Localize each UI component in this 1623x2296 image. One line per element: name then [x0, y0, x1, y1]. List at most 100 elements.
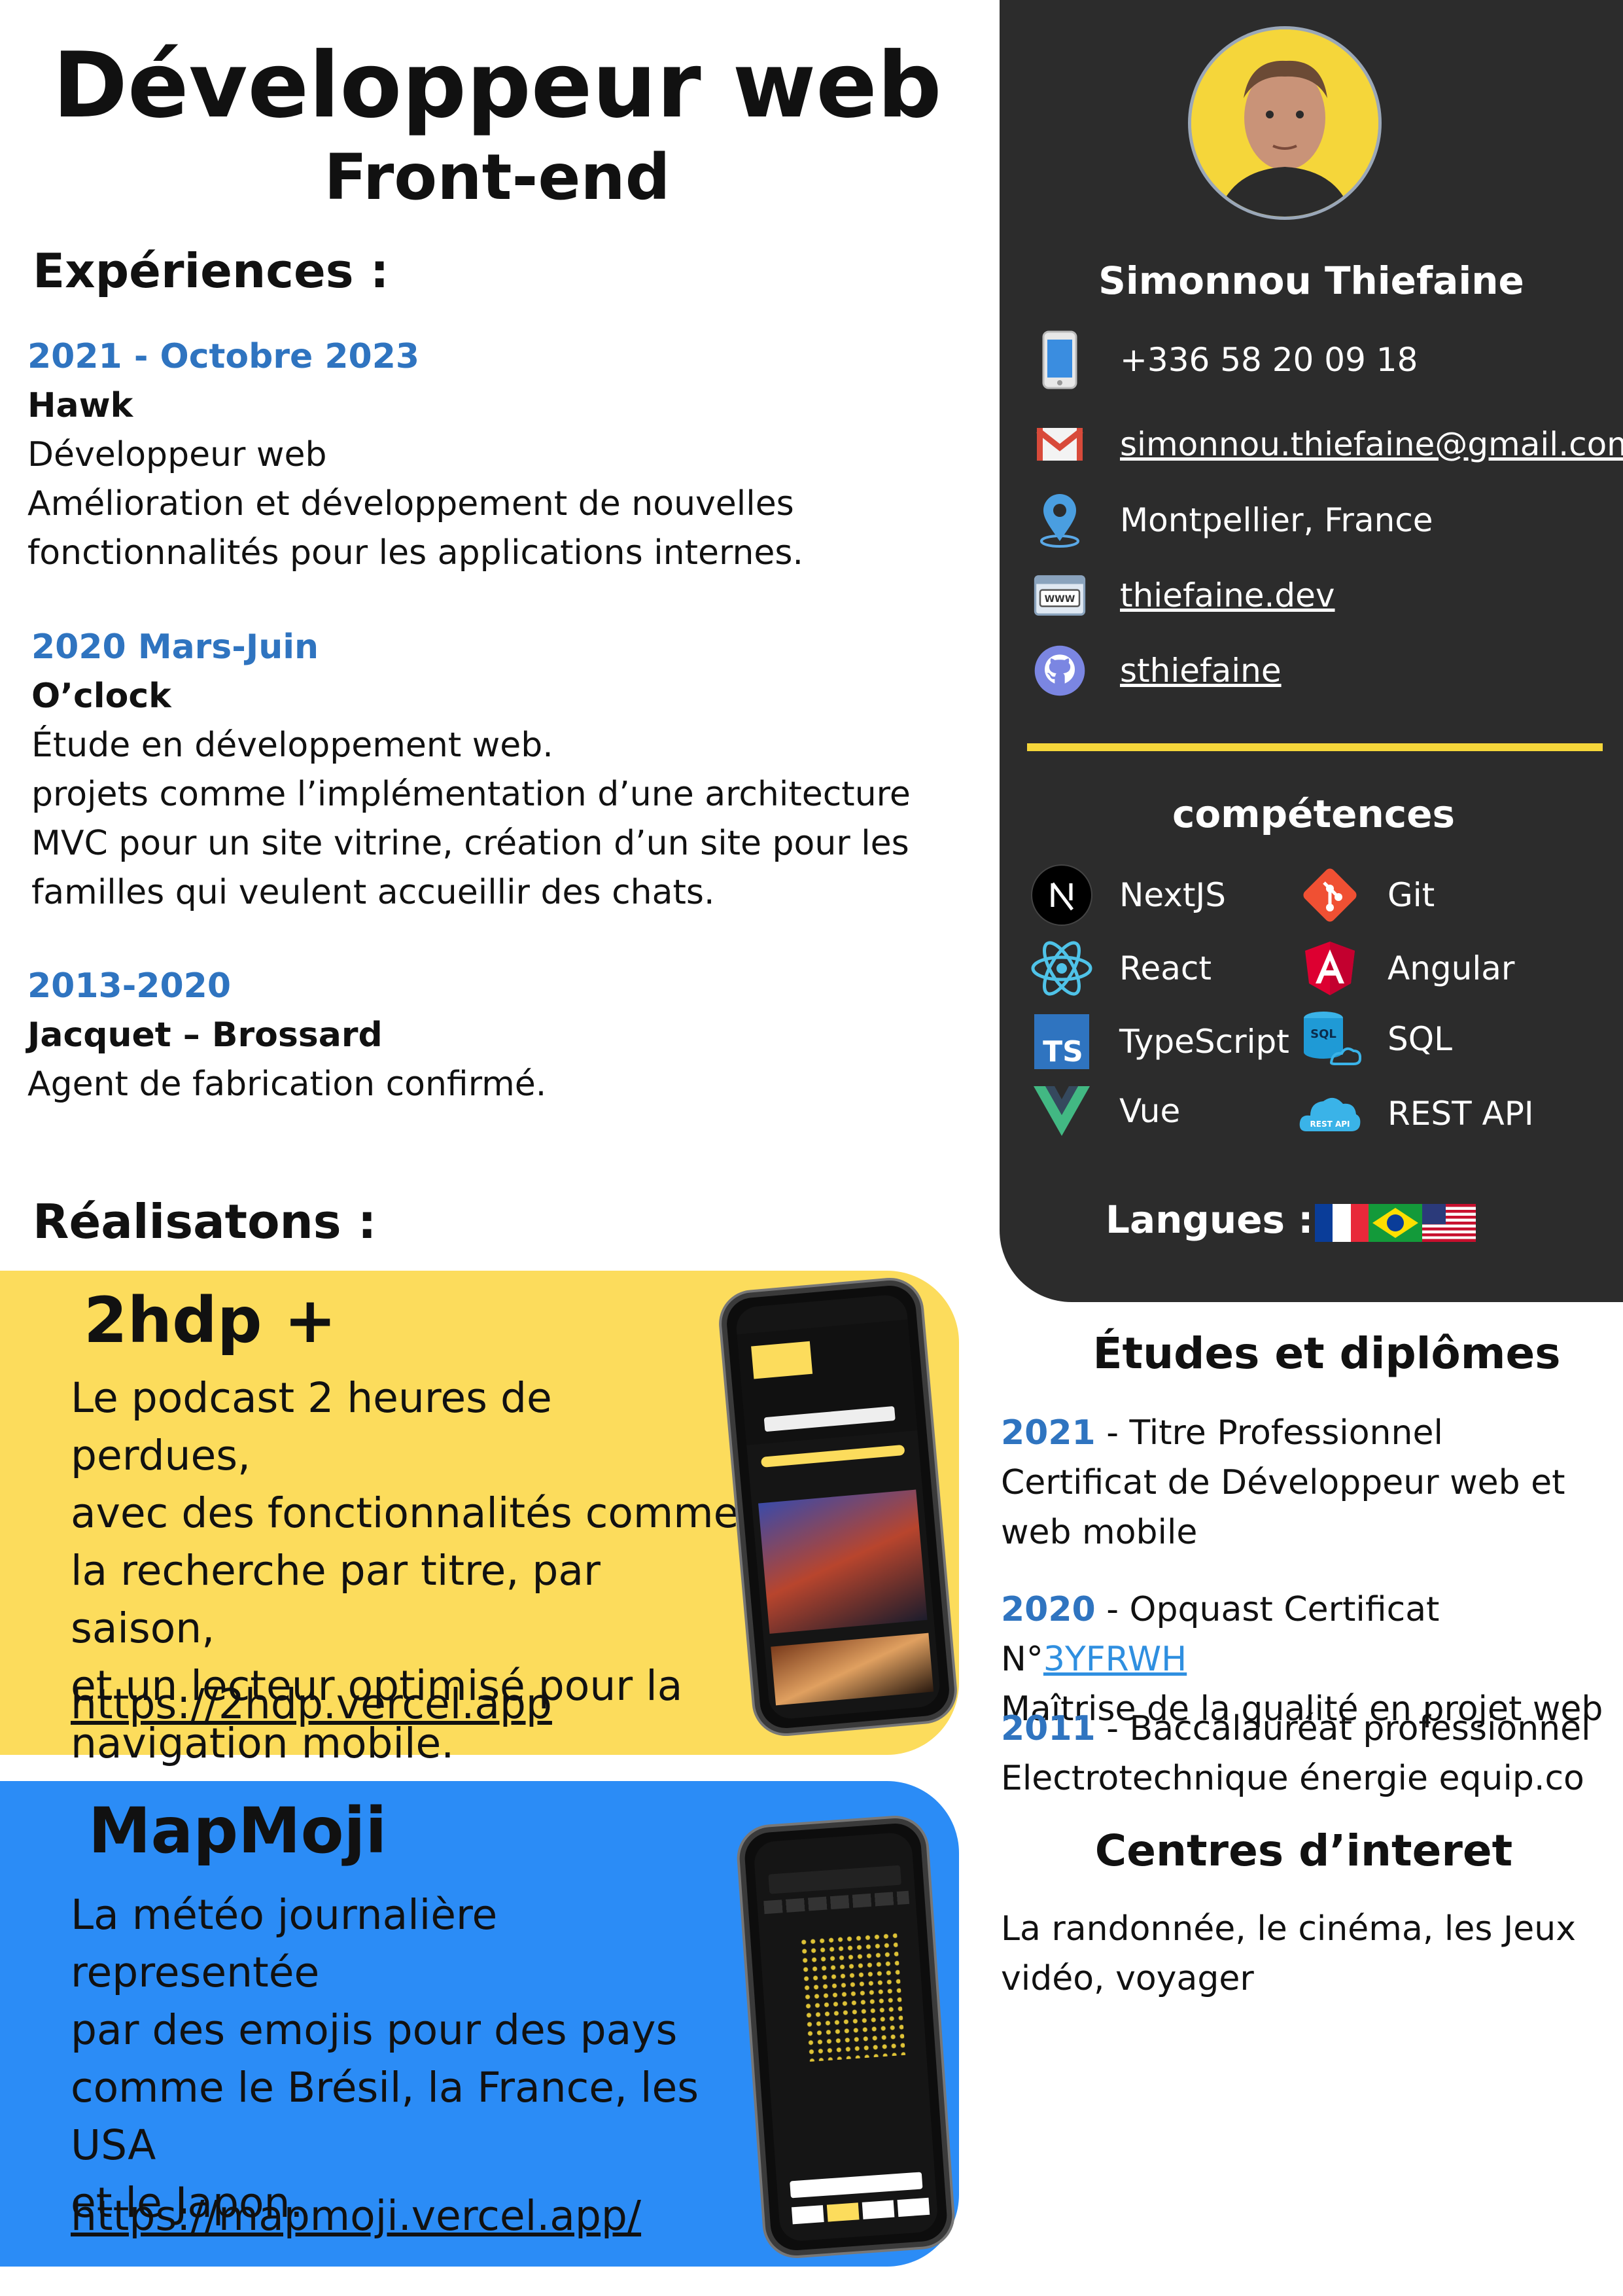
location-pin-icon [1034, 494, 1086, 548]
skill-item: Angular [1299, 937, 1514, 1000]
skill-label: Angular [1387, 949, 1515, 987]
experience-line: fonctionnalités pour les applications in… [27, 533, 804, 573]
email-link[interactable]: simonnou.thiefaine@gmail.com [1120, 425, 1623, 463]
project-line: Le podcast 2 heures de perdues, [71, 1374, 552, 1479]
education-heading: Études et diplômes [1092, 1328, 1561, 1379]
contact-location: Montpellier, France [1034, 491, 1433, 550]
france-flag-icon [1315, 1204, 1369, 1242]
project-line: la recherche par titre, par saison, [71, 1547, 601, 1652]
education-year: 2011 [1001, 1709, 1096, 1748]
project-line: par des emojis pour des pays [71, 2006, 678, 2054]
skills-heading: compétences [1172, 792, 1456, 836]
experience-date: 2020 Mars-Juin [31, 627, 319, 667]
rest-api-icon: REST API [1299, 1082, 1361, 1145]
experience-line: familles qui veulent accueillir des chat… [31, 873, 715, 912]
experience-line: Étude en développement web. [31, 726, 553, 765]
experience-company: Hawk [27, 386, 133, 425]
contact-website: WWW thiefaine.dev [1034, 566, 1335, 625]
skill-item: React [1030, 937, 1212, 1000]
education-title: - Titre Professionnel [1095, 1413, 1443, 1453]
education-title: - Baccalauréat professionnel [1095, 1709, 1591, 1748]
interests-line: La randonnée, le cinéma, les Jeux [1001, 1909, 1576, 1949]
experience-line: MVC pour un site vitrine, création d’un … [31, 824, 909, 863]
angular-icon [1299, 937, 1361, 1000]
experiences-heading: Expériences : [33, 243, 389, 298]
project-link[interactable]: https://mapmoji.vercel.app/ [71, 2192, 641, 2240]
skill-item: REST API REST API [1299, 1082, 1534, 1145]
education-line: Electrotechnique énergie equip.co [1001, 1759, 1584, 1798]
skill-label: Git [1387, 876, 1435, 914]
phone-icon [1034, 330, 1086, 389]
skill-item: Vue [1030, 1080, 1180, 1142]
experience-line: Agent de fabrication confirmé. [27, 1065, 547, 1104]
contact-phone: +336 58 20 09 18 [1034, 330, 1418, 389]
divider [1027, 743, 1603, 751]
typescript-icon: TS [1030, 1010, 1093, 1073]
skill-item: TS TypeScript [1030, 1010, 1289, 1073]
avatar [1188, 26, 1382, 220]
profile-name: Simonnou Thiefaine [1098, 258, 1524, 303]
experience-line: Développeur web [27, 435, 327, 474]
skill-item: Git [1299, 864, 1435, 927]
www-icon: WWW [1034, 569, 1086, 622]
svg-text:WWW: WWW [1045, 594, 1075, 605]
experience-date: 2021 - Octobre 2023 [27, 337, 420, 376]
rest-api-badge-text: REST API [1310, 1120, 1350, 1129]
project-description: La météo journalière representée par des… [71, 1886, 744, 2232]
location-text: Montpellier, France [1120, 501, 1433, 539]
project-line: avec des fonctionnalités comme [71, 1489, 739, 1537]
project-link[interactable]: https://2hdp.vercel.app [71, 1680, 552, 1728]
page-title: Développeur web [52, 33, 942, 138]
education-line: Certificat de Développeur web et [1001, 1463, 1565, 1502]
experience-item: 2020 Mars-Juin O’clock Étude en développ… [31, 623, 911, 917]
experience-date: 2013-2020 [27, 966, 232, 1006]
contact-email: simonnou.thiefaine@gmail.com [1034, 415, 1623, 474]
education-year: 2021 [1001, 1413, 1096, 1453]
project-line: La météo journalière representée [71, 1891, 498, 1996]
projects-heading: Réalisatons : [33, 1194, 377, 1249]
project-phone-mockup [719, 1277, 957, 1737]
page-subtitle: Front-end [324, 141, 671, 214]
education-item: 2011 - Baccalauréat professionnel Electr… [1001, 1704, 1616, 1803]
education-year: 2020 [1001, 1590, 1096, 1629]
usa-flag-icon [1422, 1204, 1476, 1242]
experience-line: Amélioration et développement de nouvell… [27, 484, 794, 523]
certificate-link[interactable]: 3YFRWH [1043, 1640, 1187, 1679]
phone-screen [734, 1293, 942, 1721]
git-icon [1299, 864, 1361, 927]
project-phone-mockup [737, 1816, 954, 2258]
languages-flags [1315, 1204, 1476, 1242]
phone-screen [752, 1831, 939, 2242]
project-title: 2hdp + [84, 1284, 337, 1357]
interests-text: La randonnée, le cinéma, les Jeux vidéo,… [1001, 1904, 1616, 2004]
experience-item: 2021 - Octobre 2023 Hawk Développeur web… [27, 332, 803, 578]
languages-label: Langues : [1106, 1197, 1314, 1242]
interests-line: vidéo, voyager [1001, 1959, 1254, 1998]
github-link[interactable]: sthiefaine [1120, 652, 1282, 690]
skill-label: React [1119, 949, 1212, 987]
project-line: comme le Brésil, la France, les USA [71, 2064, 699, 2169]
skill-label: TypeScript [1119, 1023, 1289, 1061]
education-item: 2021 - Titre Professionnel Certificat de… [1001, 1408, 1616, 1557]
interests-heading: Centres d’interet [1094, 1826, 1513, 1876]
skill-label: SQL [1387, 1020, 1452, 1058]
contact-github: sthiefaine [1034, 641, 1282, 700]
skill-label: REST API [1387, 1095, 1534, 1133]
website-link[interactable]: thiefaine.dev [1120, 576, 1335, 614]
mail-icon [1034, 418, 1086, 470]
nextjs-icon [1030, 864, 1093, 927]
vue-icon [1030, 1080, 1093, 1142]
skill-item: NextJS [1030, 864, 1226, 927]
react-icon [1030, 937, 1093, 1000]
phone-number[interactable]: +336 58 20 09 18 [1120, 341, 1418, 379]
experience-item: 2013-2020 Jacquet – Brossard Agent de fa… [27, 962, 546, 1109]
experience-line: projets comme l’implémentation d’une arc… [31, 775, 911, 814]
brazil-flag-icon [1369, 1204, 1422, 1242]
sql-icon: SQL [1299, 1008, 1361, 1070]
experience-company: O’clock [31, 677, 171, 716]
skill-item: SQL SQL [1299, 1008, 1452, 1070]
skill-label: NextJS [1119, 876, 1226, 914]
sql-badge-text: SQL [1310, 1027, 1336, 1041]
typescript-badge-text: TS [1043, 1035, 1083, 1069]
experience-company: Jacquet – Brossard [27, 1016, 383, 1055]
